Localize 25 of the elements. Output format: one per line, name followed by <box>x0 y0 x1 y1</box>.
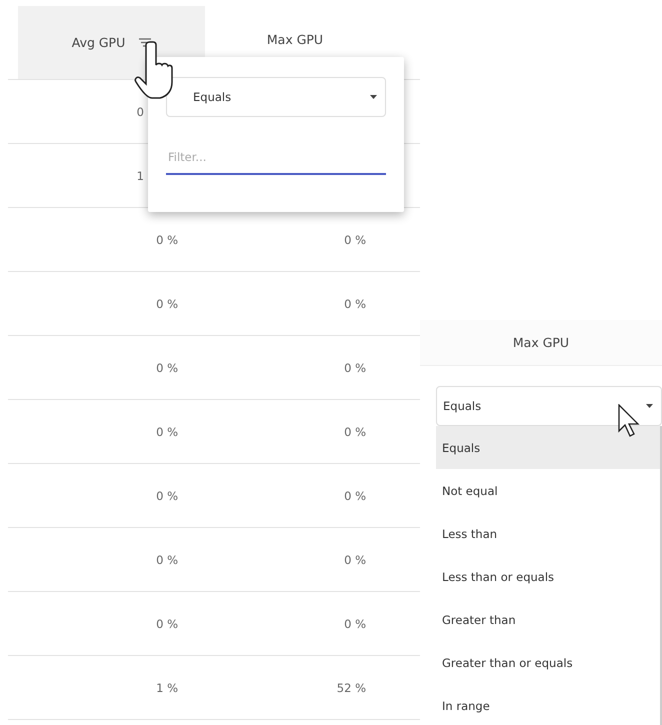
option-item[interactable]: Equals <box>436 426 660 469</box>
table-cell-text: 0 % <box>155 488 178 502</box>
table-cell-text: 0 % <box>155 296 178 310</box>
table-cell-text: 0 % <box>343 296 366 310</box>
caret-icon <box>646 404 653 408</box>
table-cell-text: 0 % <box>155 616 178 630</box>
operator-select[interactable]: Equals <box>166 77 386 117</box>
table-cell-text: 0 % <box>343 616 366 630</box>
table-cell-text: 0 % <box>155 424 178 438</box>
table-cell-text: 0 % <box>343 488 366 502</box>
table-cell-text: 0 % <box>343 552 366 566</box>
table-cell-text: 0 <box>136 104 144 118</box>
table-cell-text: 0 % <box>343 424 366 438</box>
table-cell-text: 0 % <box>343 232 366 246</box>
table-cell-text: 1 <box>136 168 144 182</box>
table-cell-text: 0 % <box>155 360 178 374</box>
table-cell-text: 0 % <box>155 552 178 566</box>
caret-icon <box>370 95 377 99</box>
arrow-cursor-icon <box>618 404 640 437</box>
table-cell-text: 52 % <box>336 680 366 694</box>
column-header[interactable]: Max GPU <box>420 320 662 366</box>
operator-select[interactable]: Equals <box>436 386 662 426</box>
table-cell-text: 0 % <box>155 232 178 246</box>
table-cell-text: 0 % <box>343 360 366 374</box>
table-cell-text: 1 % <box>155 680 178 694</box>
